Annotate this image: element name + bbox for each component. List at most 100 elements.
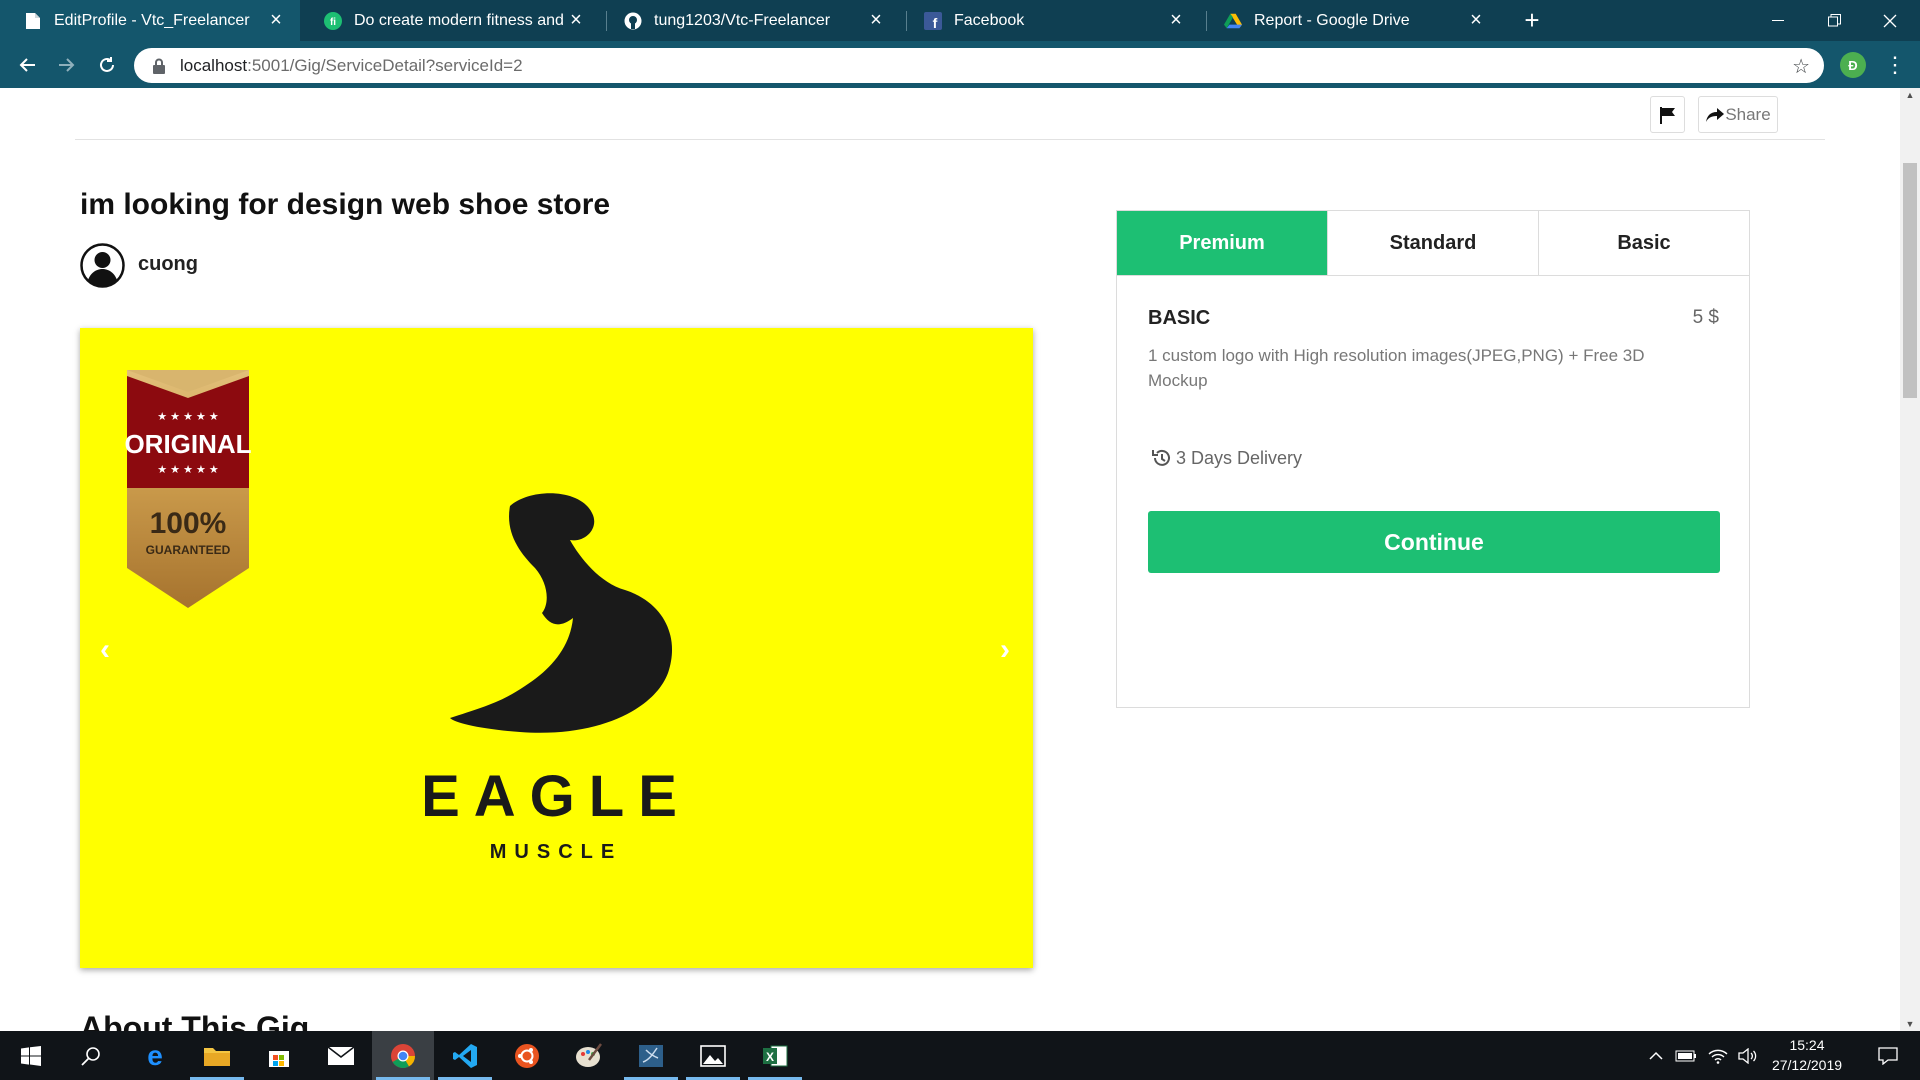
google-drive-icon xyxy=(1224,12,1242,30)
vscode-icon[interactable] xyxy=(434,1031,496,1080)
tab-title: EditProfile - Vtc_Freelancer xyxy=(54,11,250,29)
info-lock-icon xyxy=(153,58,165,74)
package-name: BASIC xyxy=(1148,307,1211,329)
tab-standard[interactable]: Standard xyxy=(1327,211,1538,275)
restore-icon xyxy=(1827,14,1841,27)
sql-server-icon[interactable] xyxy=(620,1031,682,1080)
show-hidden-icons-chevron-icon[interactable] xyxy=(1644,1031,1668,1080)
browser-tab-bar: EditProfile - Vtc_Freelancer × fi Do cre… xyxy=(0,0,1920,41)
logo-subtitle: MUSCLE xyxy=(490,841,622,863)
tab-title: Report - Google Drive xyxy=(1254,11,1410,29)
arrow-left-icon xyxy=(19,58,35,72)
windows-start-icon[interactable] xyxy=(0,1031,62,1080)
battery-icon[interactable] xyxy=(1672,1031,1700,1080)
page-scrollbar[interactable]: ▲ ▼ xyxy=(1900,88,1920,1031)
gig-image: ★ ★ ★ ★ ★ ORIGINAL ★ ★ ★ ★ ★ 100% GUARAN… xyxy=(80,328,1033,968)
page-viewport: Share im looking for design web shoe sto… xyxy=(0,88,1900,1031)
tab-basic[interactable]: Basic xyxy=(1538,211,1749,275)
clock-date: 27/12/2019 xyxy=(1771,1057,1843,1073)
url-text: localhost:5001/Gig/ServiceDetail?service… xyxy=(180,55,523,75)
svg-text:e: e xyxy=(147,1043,163,1069)
fiverr-icon: fi xyxy=(324,11,342,30)
profile-avatar[interactable]: Đ xyxy=(1840,52,1866,78)
close-icon[interactable]: × xyxy=(266,9,286,32)
badge-percent-text: 100% xyxy=(150,507,227,540)
chrome-icon[interactable] xyxy=(372,1031,434,1080)
scroll-up-icon[interactable]: ▲ xyxy=(1900,90,1920,100)
browser-menu-icon[interactable]: ⋮ xyxy=(1884,50,1906,80)
store-icon[interactable] xyxy=(248,1031,310,1080)
badge-guaranteed-text: GUARANTEED xyxy=(146,543,231,557)
search-icon[interactable] xyxy=(60,1031,122,1080)
notifications-icon[interactable] xyxy=(1868,1031,1908,1080)
reload-icon xyxy=(100,57,114,72)
photos-icon[interactable] xyxy=(682,1031,744,1080)
svg-text:X: X xyxy=(766,1050,774,1064)
ubuntu-icon[interactable] xyxy=(496,1031,558,1080)
forward-button[interactable] xyxy=(50,48,84,82)
delivery-text: 3 Days Delivery xyxy=(1176,447,1303,468)
history-clock-icon xyxy=(1152,449,1170,466)
flag-button[interactable] xyxy=(1650,96,1685,133)
share-arrow-icon xyxy=(1706,107,1725,122)
new-tab-button[interactable]: + xyxy=(1512,0,1552,41)
header-divider xyxy=(75,139,1825,140)
package-tabs: Premium Standard Basic xyxy=(1117,211,1749,276)
delivery-time: 3 Days Delivery xyxy=(1150,447,1302,469)
close-icon[interactable]: × xyxy=(1466,9,1486,32)
system-clock[interactable]: 15:24 27/12/2019 xyxy=(1760,1035,1854,1075)
package-price: 5 $ xyxy=(1692,307,1719,328)
badge-original-text: ORIGINAL xyxy=(124,429,251,459)
windows-taskbar: e X 15:24 27/12/2019 xyxy=(0,1031,1920,1080)
user-avatar-icon[interactable] xyxy=(80,243,125,288)
carousel-prev-chevron-icon[interactable]: ‹ xyxy=(100,633,110,667)
share-button[interactable]: Share xyxy=(1698,96,1778,133)
tab-google-drive[interactable]: Report - Google Drive × xyxy=(1200,0,1500,41)
back-button[interactable] xyxy=(10,48,44,82)
svg-text:fi: fi xyxy=(330,17,336,28)
close-icon[interactable]: × xyxy=(866,9,886,32)
scroll-down-icon[interactable]: ▼ xyxy=(1900,1019,1920,1029)
close-icon[interactable]: × xyxy=(1166,9,1186,32)
restore-button[interactable] xyxy=(1806,0,1862,41)
close-window-button[interactable] xyxy=(1862,0,1918,41)
minimize-button[interactable] xyxy=(1750,0,1806,41)
close-icon[interactable]: × xyxy=(566,9,586,32)
package-card: Premium Standard Basic BASIC 5 $ 1 custo… xyxy=(1116,210,1750,708)
continue-button[interactable]: Continue xyxy=(1148,511,1720,573)
wifi-icon[interactable] xyxy=(1704,1031,1732,1080)
page-title: im looking for design web shoe store xyxy=(80,188,611,221)
arrow-right-icon xyxy=(59,58,75,72)
tab-premium[interactable]: Premium xyxy=(1117,211,1327,275)
excel-icon[interactable]: X xyxy=(744,1031,806,1080)
reload-button[interactable] xyxy=(90,48,124,82)
share-label: Share xyxy=(1725,104,1771,124)
github-icon xyxy=(624,12,642,30)
flag-icon xyxy=(1659,106,1675,124)
minimize-icon xyxy=(1772,19,1784,21)
tab-facebook[interactable]: f Facebook × xyxy=(900,0,1200,41)
svg-text:★ ★ ★ ★ ★: ★ ★ ★ ★ ★ xyxy=(157,411,219,423)
tab-fiverr[interactable]: fi Do create modern fitness and gy × xyxy=(300,0,600,41)
address-bar[interactable]: localhost:5001/Gig/ServiceDetail?service… xyxy=(134,48,1824,83)
logo-title: EAGLE xyxy=(421,764,691,829)
close-icon xyxy=(1883,14,1897,27)
tab-github[interactable]: tung1203/Vtc-Freelancer × xyxy=(600,0,900,41)
tab-title: tung1203/Vtc-Freelancer xyxy=(654,11,831,29)
carousel-next-chevron-icon[interactable]: › xyxy=(1000,633,1010,667)
svg-text:f: f xyxy=(933,15,938,30)
svg-text:★ ★ ★ ★ ★: ★ ★ ★ ★ ★ xyxy=(157,464,219,476)
edge-icon[interactable]: e xyxy=(124,1031,186,1080)
plus-icon: + xyxy=(1524,5,1540,35)
file-explorer-icon[interactable] xyxy=(186,1031,248,1080)
mail-icon[interactable] xyxy=(310,1031,372,1080)
volume-icon[interactable] xyxy=(1734,1031,1762,1080)
bookmark-star-icon[interactable]: ☆ xyxy=(1792,54,1810,79)
paint-icon[interactable] xyxy=(558,1031,620,1080)
seller-name[interactable]: cuong xyxy=(138,253,198,276)
document-icon xyxy=(24,12,42,30)
tab-title: Do create modern fitness and gy xyxy=(354,11,566,29)
tab-editprofile[interactable]: EditProfile - Vtc_Freelancer × xyxy=(0,0,300,41)
about-gig-heading: About This Gig xyxy=(80,1010,310,1031)
scrollbar-thumb[interactable] xyxy=(1903,163,1917,398)
